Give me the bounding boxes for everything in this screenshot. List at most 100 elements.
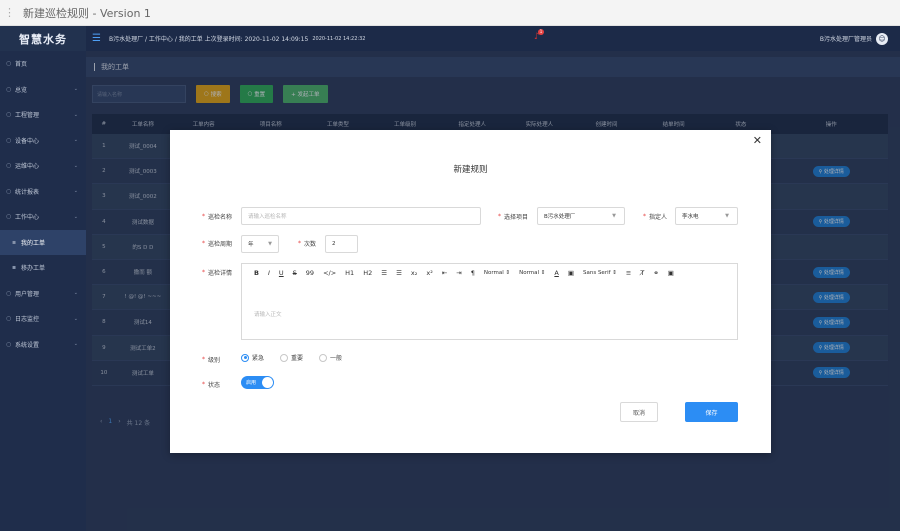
level-option-label: 紧急 [252, 355, 265, 362]
italic-icon[interactable]: I [268, 269, 270, 277]
status-toggle-label: 启用 [246, 380, 257, 386]
level-option[interactable]: 一般 [319, 353, 342, 362]
ordered-list-icon[interactable]: ☰ [381, 269, 387, 277]
sidebar-item-10[interactable]: ○ 日志监控 ⌄ [0, 306, 86, 332]
sidebar-item-6[interactable]: ○ 工作中心 ⌄ [0, 204, 86, 230]
menu-icon: ○ [6, 111, 12, 119]
background-color-icon[interactable]: ▣ [568, 269, 574, 277]
project-select[interactable]: B污水处理厂 ▼ [537, 207, 625, 225]
sidebar-item-label: 工程管理 [15, 112, 40, 120]
sidebar-item-11[interactable]: ○ 系统设置 ⌄ [0, 332, 86, 358]
quote-icon[interactable]: 99 [306, 269, 314, 277]
chevron-down-icon: ⌄ [73, 111, 78, 118]
chevron-down-icon: ▼ [612, 213, 616, 219]
chevron-down-icon: ▼ [268, 241, 272, 247]
font-select[interactable]: Sans Serif ⇕ [583, 270, 617, 276]
strike-icon[interactable]: S [293, 269, 297, 277]
sidebar-item-3[interactable]: ○ 设备中心 ⌄ [0, 128, 86, 154]
sidebar-item-8[interactable]: ▪ 移办工单 [0, 255, 86, 281]
editor-placeholder: 请输入正文 [254, 312, 282, 318]
sidebar-item-label: 总览 [15, 86, 28, 94]
menu-icon: ○ [6, 340, 12, 348]
rule-name-input[interactable]: 请输入巡检名称 [241, 207, 481, 225]
menu-icon: ○ [6, 289, 12, 297]
indent-left-icon[interactable]: ⇤ [442, 269, 447, 277]
dialog-title: 新建规则 [453, 165, 488, 175]
superscript-icon[interactable]: x² [426, 269, 432, 277]
level-radio-group: 紧急 重要 一般 [241, 353, 342, 362]
menu-icon: ○ [6, 60, 12, 68]
code-icon[interactable]: </> [323, 269, 336, 277]
sidebar-item-label: 系统设置 [15, 341, 40, 349]
sidebar-item-9[interactable]: ○ 用户管理 ⌄ [0, 281, 86, 307]
bold-icon[interactable]: B [254, 269, 259, 277]
sidebar-item-5[interactable]: ○ 统计报表 ⌄ [0, 179, 86, 205]
h2-button[interactable]: H2 [363, 269, 372, 277]
cancel-button[interactable]: 取消 [620, 402, 658, 422]
drag-handle-icon[interactable]: ⋮ [4, 7, 15, 18]
chevron-down-icon: ⌄ [73, 290, 78, 297]
sidebar-item-0[interactable]: ○ 首页 [0, 51, 86, 77]
period-label: * 巡检周期 [202, 240, 233, 248]
align-icon[interactable]: ≡ [626, 269, 631, 277]
h1-button[interactable]: H1 [345, 269, 354, 277]
breadcrumb: B污水处理厂 / 工作中心 / 我的工单 上次登录时间: 2020-11-02 … [108, 36, 309, 43]
bullet-list-icon[interactable]: ☰ [396, 269, 402, 277]
assignee-select[interactable]: 李水电 ▼ [675, 207, 738, 225]
level-option[interactable]: 重要 [280, 353, 303, 362]
notification-badge: 1 [538, 29, 544, 35]
radio-icon[interactable] [319, 353, 328, 362]
window-titlebar: ⋮ 新建巡检规则 - Version 1 [0, 0, 900, 26]
menu-icon: ▪ [12, 264, 17, 272]
chevron-down-icon: ⌄ [73, 137, 78, 144]
menu-icon: ▪ [12, 238, 17, 246]
sidebar-item-1[interactable]: ○ 总览 ⌄ [0, 77, 86, 103]
sidebar-item-label: 移办工单 [21, 265, 46, 273]
close-icon[interactable]: ✕ [753, 134, 762, 147]
chevron-down-icon: ⌄ [73, 341, 78, 348]
chevron-down-icon: ▼ [725, 213, 729, 219]
font-color-icon[interactable]: A [554, 269, 558, 277]
sidebar-item-label: 首页 [15, 61, 28, 69]
menu-toggle-icon[interactable]: ☰ [92, 33, 101, 44]
image-icon[interactable]: ▣ [668, 269, 674, 277]
user-avatar-icon[interactable]: ☺ [876, 32, 888, 45]
status-label: * 状态 [202, 381, 221, 389]
text-direction-icon[interactable]: ¶ [471, 269, 475, 277]
period-select[interactable]: 年 ▼ [241, 235, 279, 253]
sidebar-item-2[interactable]: ○ 工程管理 ⌄ [0, 102, 86, 128]
indent-right-icon[interactable]: ⇥ [456, 269, 461, 277]
status-toggle[interactable]: 启用 [241, 376, 274, 389]
save-button[interactable]: 保存 [685, 402, 738, 422]
subscript-icon[interactable]: x₂ [411, 269, 417, 277]
underline-icon[interactable]: U [279, 269, 284, 277]
sidebar-item-label: 用户管理 [15, 290, 40, 298]
project-value: B污水处理厂 [544, 214, 576, 220]
app-logo: 智慧水务 [0, 26, 86, 51]
radio-icon[interactable] [241, 353, 249, 362]
radio-icon[interactable] [280, 353, 289, 362]
level-option[interactable]: 紧急 [241, 353, 264, 362]
chevron-down-icon: ⌄ [73, 188, 78, 195]
rich-text-editor[interactable]: B I U S 99 </> H1 H2 ☰ ☰ x₂ x² ⇤ ⇥ ¶ Nor… [241, 263, 738, 340]
toggle-knob [262, 377, 273, 388]
menu-icon: ○ [6, 162, 12, 170]
size-select[interactable]: Normal ⇕ [484, 270, 510, 276]
count-label: * 次数 [298, 240, 317, 248]
sidebar-item-7[interactable]: ▪ 我的工单 [0, 229, 86, 255]
period-value: 年 [248, 242, 254, 248]
sidebar-item-label: 设备中心 [15, 137, 40, 145]
sidebar-item-4[interactable]: ○ 运维中心 ⌄ [0, 153, 86, 179]
level-label: * 级别 [202, 356, 221, 364]
user-name: B污水处理厂管理员 [819, 36, 872, 43]
link-icon[interactable]: ⚭ [653, 269, 658, 277]
sidebar-menu: ○ 首页 ○ 总览 ⌄ ○ 工程管理 ⌄ ○ 设备中心 ⌄ ○ 运维中心 ⌄ ○ 统计报表 ⌄ ○ 工作中心 ⌄ ▪ 我的… [0, 51, 86, 357]
user-menu[interactable]: B污水处理厂管理员 ☺ [819, 32, 888, 45]
header-select[interactable]: Normal ⇕ [519, 270, 545, 276]
menu-icon: ○ [6, 136, 12, 144]
count-input[interactable]: 2 [325, 235, 358, 253]
name-label: * 巡检名称 [202, 213, 233, 221]
clear-format-icon[interactable]: T̸ [640, 269, 644, 277]
notification-bell-icon[interactable]: ♪ 1 [534, 29, 544, 42]
project-label: * 选择项目 [498, 213, 529, 221]
